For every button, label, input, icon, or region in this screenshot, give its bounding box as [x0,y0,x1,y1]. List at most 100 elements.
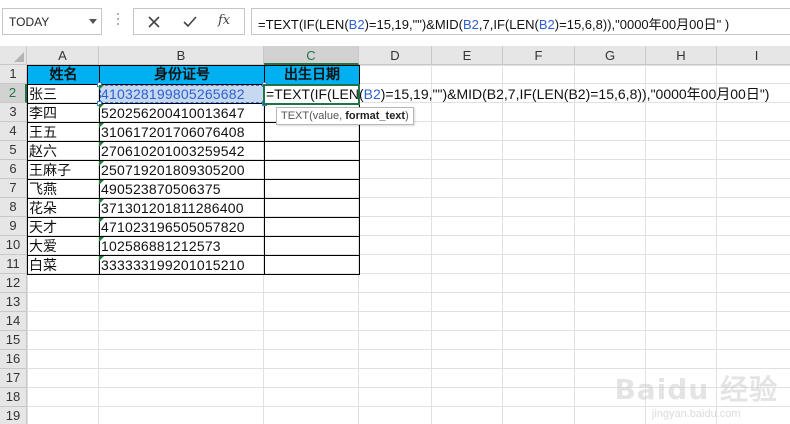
name-cell[interactable]: 张三 [27,85,99,104]
formula-toolbar: TODAY fx =TEXT(IF(LEN(B2)=15,19,"")&MID(… [0,0,790,44]
table-cell-border [264,236,360,256]
id-number-cell[interactable]: 102586881212573 [99,237,264,256]
error-indicator-icon[interactable] [99,161,104,166]
header-birth[interactable]: 出生日期 [264,65,360,85]
name-cell[interactable]: 飞燕 [27,180,99,199]
row-header-19[interactable]: 19 [0,407,27,424]
formula-segment: )=15,6,8)),"0000年00月00日" ) [554,17,730,32]
row-header-5[interactable]: 5 [0,141,27,160]
formula-segment: B2 [348,17,365,32]
id-number-cell[interactable]: 310617201706076408 [99,123,264,142]
chevron-down-icon[interactable] [89,19,97,24]
tooltip-current-arg: format_text [345,110,406,122]
row-header-10[interactable]: 10 [0,236,27,255]
column-header-i[interactable]: I [717,46,790,65]
baidu-watermark: Baidu 经验 jingyan.baidu.com [614,368,778,420]
column-header-e[interactable]: E [432,46,503,65]
formula-segment: =TEXT(IF(LEN( [258,17,349,32]
row-header-11[interactable]: 11 [0,255,27,274]
error-indicator-icon[interactable] [99,104,104,109]
row-header-12[interactable]: 12 [0,274,27,293]
column-header-g[interactable]: G [575,46,646,65]
row-header-18[interactable]: 18 [0,388,27,407]
name-cell[interactable]: 白菜 [27,256,99,275]
table-cell-border [264,198,360,218]
error-indicator-icon[interactable] [99,123,104,128]
formula-segment: B2 [538,17,555,32]
grid-line-horizontal [27,330,790,331]
insert-function-icon[interactable]: fx [218,13,236,29]
column-header-a[interactable]: A [27,46,99,65]
watermark-logo: Baidu 经验 [614,373,778,406]
name-box[interactable]: TODAY [2,8,102,35]
enter-check-icon[interactable] [181,14,199,30]
grid-line-vertical [431,65,432,424]
id-number-cell[interactable]: 250719201809305200 [99,161,264,180]
column-header-b[interactable]: B [99,46,264,65]
error-indicator-icon[interactable] [99,180,104,185]
table-cell-border [264,141,360,161]
cancel-icon[interactable] [145,14,163,30]
row-header-7[interactable]: 7 [0,179,27,198]
row-header-16[interactable]: 16 [0,350,27,369]
formula-segment: )=15,19,"")&MID( [364,17,464,32]
cell-edit-formula[interactable]: =TEXT(IF(LEN(B2)=15,19,"")&MID(B2,7,IF(L… [266,85,769,104]
name-box-value: TODAY [9,15,50,29]
column-header-h[interactable]: H [646,46,717,65]
row-header-17[interactable]: 17 [0,369,27,388]
edit-segment: =TEXT(IF(LEN( [266,86,364,102]
row-header-8[interactable]: 8 [0,198,27,217]
column-header-d[interactable]: D [359,46,432,65]
formula-segment: B2 [463,17,479,32]
grid-line-horizontal [27,349,790,350]
tooltip-close: ) [405,110,409,122]
row-header-3[interactable]: 3 [0,103,27,122]
error-indicator-icon[interactable] [99,142,104,147]
table-cell-border [264,179,360,199]
row-header-14[interactable]: 14 [0,312,27,331]
grid-line-vertical [574,65,575,424]
select-all-triangle-icon [14,52,24,62]
id-number-cell[interactable]: 520256200410013647 [99,104,264,123]
row-header-9[interactable]: 9 [0,217,27,236]
name-cell[interactable]: 花朵 [27,199,99,218]
name-cell[interactable]: 大爱 [27,237,99,256]
row-header-1[interactable]: 1 [0,65,27,84]
row-header-13[interactable]: 13 [0,293,27,312]
edit-segment: )=15,19,"")&MID(B2,7,IF(LEN(B2)=15,6,8))… [380,86,770,102]
row-header-6[interactable]: 6 [0,160,27,179]
name-cell[interactable]: 李四 [27,104,99,123]
id-number-cell[interactable]: 371301201811286400 [99,199,264,218]
formula-bar-input[interactable]: =TEXT(IF(LEN(B2)=15,19,"")&MID(B2,7,IF(L… [251,8,790,35]
name-cell[interactable]: 天才 [27,218,99,237]
table-cell-border [264,217,360,237]
drag-handle-icon[interactable] [115,13,121,31]
row-header-15[interactable]: 15 [0,331,27,350]
header-id[interactable]: 身份证号 [99,65,265,85]
error-indicator-icon[interactable] [99,237,104,242]
error-indicator-icon[interactable] [99,256,104,261]
header-name[interactable]: 姓名 [27,65,100,85]
name-cell[interactable]: 王五 [27,123,99,142]
error-indicator-icon[interactable] [99,199,104,204]
table-cell-border [264,122,360,142]
id-number-cell[interactable]: 490523870506375 [99,180,264,199]
grid-line-horizontal [27,292,790,293]
id-number-cell[interactable]: 270610201003259542 [99,142,264,161]
name-cell[interactable]: 王麻子 [27,161,99,180]
name-cell[interactable]: 赵六 [27,142,99,161]
id-number-cell[interactable]: 471023196505057820 [99,218,264,237]
error-indicator-icon[interactable] [99,218,104,223]
grid-line-vertical [502,65,503,424]
watermark-url: jingyan.baidu.com [651,408,741,420]
table-cell-border [264,255,360,275]
formula-bar-text: =TEXT(IF(LEN(B2)=15,19,"")&MID(B2,7,IF(L… [258,14,729,33]
id-number-cell[interactable]: 410328199805265682 [99,85,264,104]
error-indicator-icon[interactable] [99,85,104,90]
column-header-c[interactable]: C [264,46,359,65]
row-header-2[interactable]: 2 [0,84,27,103]
row-header-4[interactable]: 4 [0,122,27,141]
id-number-cell[interactable]: 333333199201015210 [99,256,264,275]
column-header-f[interactable]: F [503,46,575,65]
select-all-button[interactable] [0,46,27,65]
